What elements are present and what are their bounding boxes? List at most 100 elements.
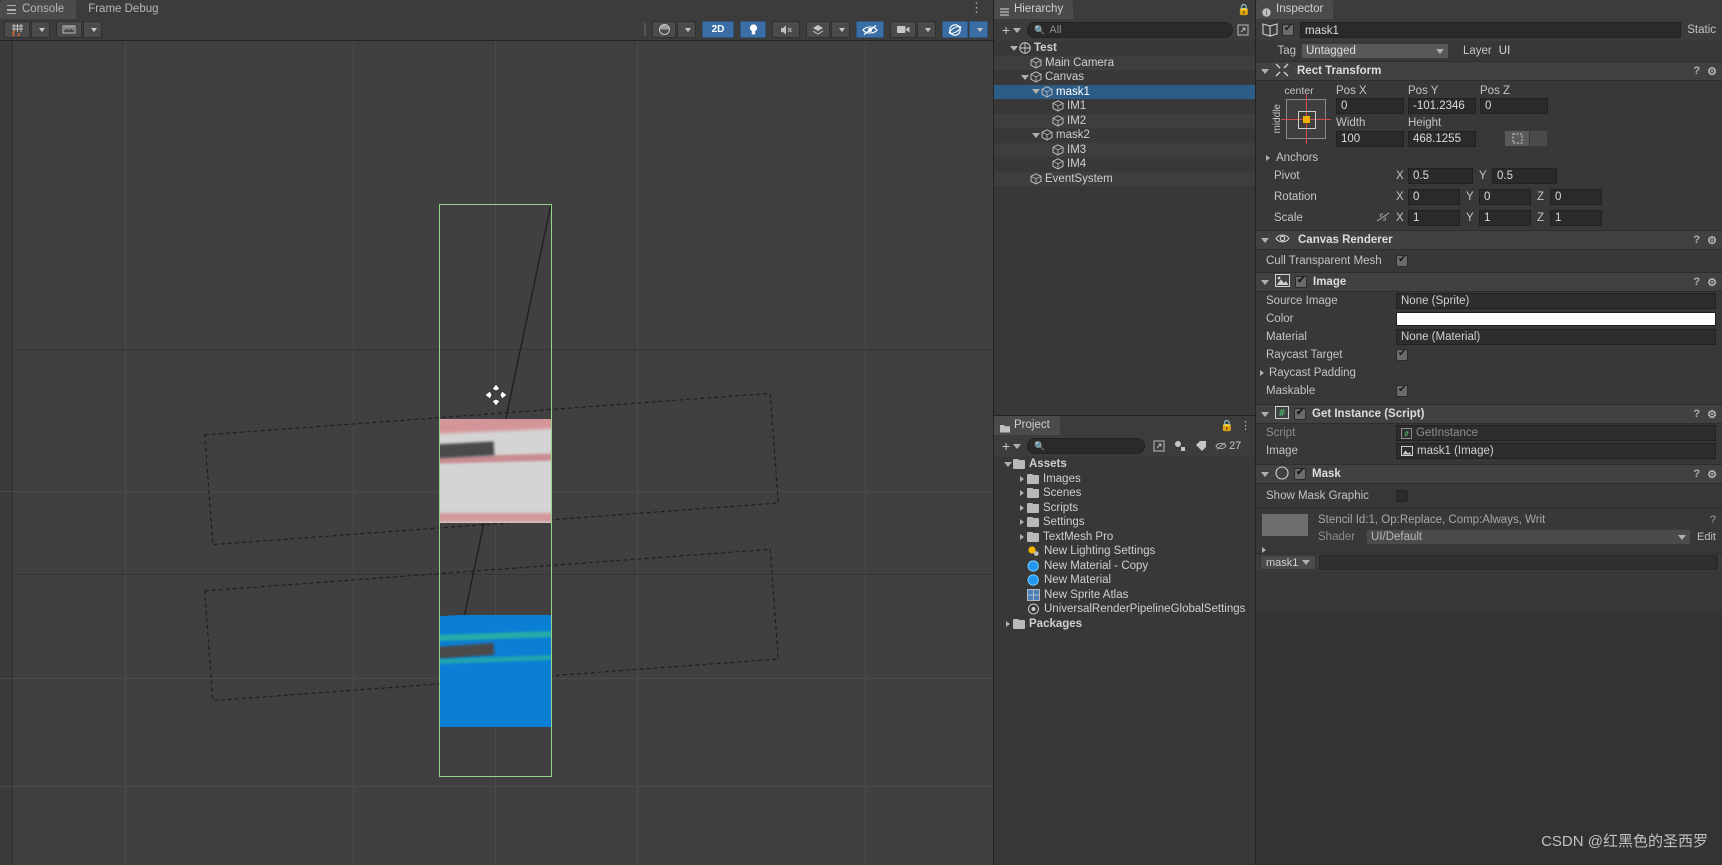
project-hidden-count[interactable]: 27	[1211, 438, 1245, 455]
object-name-field[interactable]: mask1	[1300, 22, 1682, 38]
anchor-preset-box[interactable]	[1281, 94, 1331, 144]
project-item-packages[interactable]: Packages	[994, 617, 1255, 632]
anchor-preset[interactable]: center middle	[1262, 85, 1336, 147]
hierarchy-add-button[interactable]: +	[998, 22, 1024, 38]
shader-edit-button[interactable]: Edit	[1697, 531, 1716, 543]
static-label[interactable]: Static	[1687, 24, 1716, 36]
cull-transparent-mesh-checkbox[interactable]	[1396, 254, 1408, 267]
width-field[interactable]: 100	[1336, 130, 1404, 147]
expand-arrow[interactable]	[1016, 504, 1027, 511]
material-help-icon[interactable]: ?	[1710, 514, 1716, 526]
preset-icon[interactable]: ⚙	[1707, 408, 1717, 421]
expand-arrow[interactable]	[1030, 89, 1041, 95]
component-header-rect-transform[interactable]: Rect Transform ? ⚙	[1256, 61, 1722, 81]
console-menu-icon[interactable]: ⋮	[970, 0, 993, 19]
draw-mode-button[interactable]	[652, 21, 676, 38]
project-item-images[interactable]: Images	[994, 472, 1255, 487]
project-item-new-sprite-atlas[interactable]: New Sprite Atlas	[994, 588, 1255, 603]
project-add-button[interactable]: +	[998, 438, 1024, 454]
source-image-field[interactable]: None (Sprite)	[1396, 293, 1716, 309]
pivot-x-field[interactable]: 0.5	[1408, 168, 1473, 184]
layer-dropdown[interactable]: UI	[1497, 43, 1617, 59]
component-header-mask[interactable]: Mask ?⚙	[1256, 464, 1722, 484]
rot-x-field[interactable]: 0	[1408, 189, 1460, 205]
project-tree[interactable]: Assets Images Scenes Scripts Settings TextMes…	[994, 457, 1255, 865]
hierarchy-item-mask2[interactable]: mask2	[994, 128, 1255, 143]
project-item-scenes[interactable]: Scenes	[994, 486, 1255, 501]
2d-toggle[interactable]: 2D	[702, 21, 734, 38]
gizmos-toggle[interactable]	[942, 21, 968, 38]
hierarchy-item-mask1[interactable]: mask1	[994, 84, 1255, 99]
expand-arrow[interactable]	[1016, 490, 1027, 497]
height-field[interactable]: 468.1255	[1408, 130, 1476, 147]
raw-edit-button[interactable]	[1530, 130, 1548, 147]
preset-icon[interactable]: ⚙	[1707, 468, 1717, 481]
mask1-selection-rect[interactable]	[439, 204, 552, 777]
anchors-foldout[interactable]: Anchors	[1256, 149, 1722, 167]
project-popout-icon[interactable]	[1148, 438, 1169, 455]
expand-arrow[interactable]	[1016, 519, 1027, 526]
snap-grid-toggle[interactable]	[4, 21, 30, 38]
hierarchy-item-im1[interactable]: IM1	[994, 99, 1255, 114]
image-enabled-checkbox[interactable]	[1295, 275, 1307, 288]
expand-arrow[interactable]	[1019, 74, 1030, 80]
help-icon[interactable]: ?	[1693, 408, 1700, 420]
posx-field[interactable]: 0	[1336, 98, 1404, 114]
snap-grid-dropdown[interactable]	[31, 21, 50, 38]
hierarchy-item-main-camera[interactable]: Main Camera	[994, 55, 1255, 70]
preset-icon[interactable]: ⚙	[1707, 234, 1717, 247]
object-enabled-checkbox[interactable]	[1282, 23, 1294, 36]
project-item-textmesh-pro[interactable]: TextMesh Pro	[994, 530, 1255, 545]
project-item-new-material[interactable]: New Material	[994, 573, 1255, 588]
breadcrumb-path-field[interactable]	[1319, 555, 1718, 570]
hierarchy-item-test[interactable]: Test	[994, 41, 1255, 56]
preset-icon[interactable]: ⚙	[1707, 276, 1717, 289]
hierarchy-item-canvas[interactable]: Canvas	[994, 70, 1255, 85]
project-item-new-material---copy[interactable]: New Material - Copy	[994, 559, 1255, 574]
project-menu-icon[interactable]: ⋮	[1240, 419, 1251, 432]
gizmos-dropdown[interactable]	[969, 21, 988, 38]
hidden-objects-toggle[interactable]	[856, 21, 884, 38]
tab-project[interactable]: Project	[994, 416, 1060, 435]
scene-view[interactable]	[0, 41, 993, 865]
raycast-padding-foldout[interactable]: Raycast Padding	[1256, 364, 1722, 382]
lighting-toggle[interactable]	[740, 21, 766, 38]
blueprint-mode-button[interactable]	[1504, 130, 1530, 147]
help-icon[interactable]: ?	[1693, 234, 1700, 246]
help-icon[interactable]: ?	[1693, 468, 1700, 480]
project-item-new-lighting-settings[interactable]: New Lighting Settings	[994, 544, 1255, 559]
material-field[interactable]: None (Material)	[1396, 329, 1716, 345]
breadcrumb-mask1[interactable]: mask1	[1260, 555, 1317, 570]
tag-dropdown[interactable]: Untagged	[1301, 43, 1449, 59]
audio-toggle[interactable]	[772, 21, 800, 38]
tab-inspector[interactable]: i Inspector	[1256, 0, 1334, 19]
scale-y-field[interactable]: 1	[1479, 210, 1531, 226]
tab-hierarchy[interactable]: Hierarchy	[994, 0, 1074, 19]
pivot-y-field[interactable]: 0.5	[1492, 168, 1557, 184]
lock-icon[interactable]: 🔒	[1237, 3, 1251, 16]
shader-dropdown[interactable]: UI/Default	[1366, 529, 1692, 545]
posy-field[interactable]: -101.2346	[1408, 98, 1476, 114]
color-swatch[interactable]	[1396, 312, 1716, 326]
project-lock-icon[interactable]: 🔒	[1220, 419, 1234, 432]
help-icon[interactable]: ?	[1693, 65, 1700, 77]
project-label-filter-icon[interactable]	[1190, 438, 1211, 455]
hierarchy-item-im2[interactable]: IM2	[994, 113, 1255, 128]
draw-mode-dropdown[interactable]	[677, 21, 696, 38]
show-mask-graphic-checkbox[interactable]	[1396, 490, 1408, 502]
scene-camera-dropdown[interactable]	[917, 21, 936, 38]
hierarchy-item-eventsystem[interactable]: EventSystem	[994, 171, 1255, 186]
effects-toggle[interactable]	[806, 21, 830, 38]
rot-y-field[interactable]: 0	[1479, 189, 1531, 205]
effects-dropdown[interactable]	[831, 21, 850, 38]
project-item-settings[interactable]: Settings	[994, 515, 1255, 530]
expand-arrow[interactable]	[1030, 132, 1041, 138]
grid-snapping-dropdown[interactable]	[83, 21, 102, 38]
component-header-get-instance[interactable]: # Get Instance (Script) ?⚙	[1256, 404, 1722, 424]
mask-enabled-checkbox[interactable]	[1294, 467, 1306, 480]
preset-icon[interactable]: ⚙	[1707, 65, 1717, 78]
expand-arrow[interactable]	[1002, 620, 1013, 627]
tab-console[interactable]: Console	[0, 0, 77, 19]
expand-arrow[interactable]	[1008, 45, 1019, 51]
expand-arrow[interactable]	[1002, 461, 1013, 467]
